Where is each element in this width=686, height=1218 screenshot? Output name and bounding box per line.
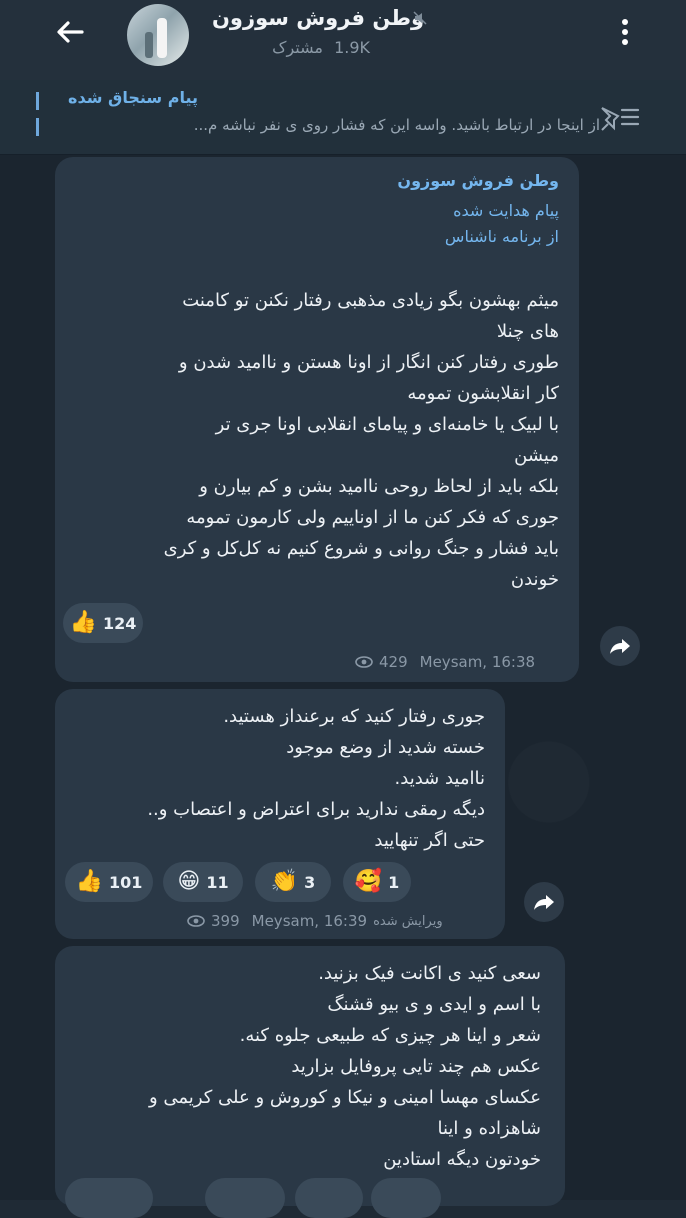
thumbs-up-icon: 👍 bbox=[69, 610, 97, 635]
forwarded-from[interactable]: وطن فروش سوزون bbox=[397, 171, 559, 190]
back-arrow-icon[interactable] bbox=[50, 12, 90, 52]
forwarded-source: از برنامه ناشناس bbox=[444, 227, 559, 246]
pinned-indicator bbox=[36, 92, 39, 110]
reaction-count: 11 bbox=[206, 872, 229, 892]
reaction-partial[interactable] bbox=[295, 1178, 363, 1218]
thumbs-up-icon: 👍 bbox=[75, 869, 103, 894]
message-bubble[interactable]: وطن فروش سوزون پیام هدایت شده از برنامه … bbox=[55, 157, 579, 682]
message-text: سعی کنید ی اکانت فیک بزنید. با اسم و اید… bbox=[148, 963, 541, 1170]
reaction-count: 101 bbox=[109, 872, 143, 892]
view-count: 399 bbox=[211, 912, 240, 930]
message-bubble[interactable]: جوری رفتار کنید که برعنداز هستید. خسته ش… bbox=[55, 689, 505, 939]
reaction-count: 124 bbox=[103, 613, 137, 633]
reaction-love[interactable]: 🥰 1 bbox=[343, 862, 411, 902]
message-bubble[interactable]: سعی کنید ی اکانت فیک بزنید. با اسم و اید… bbox=[55, 946, 565, 1218]
more-options-icon[interactable] bbox=[610, 14, 640, 50]
view-count: 429 bbox=[379, 653, 408, 671]
smiling-hearts-icon: 🥰 bbox=[354, 869, 383, 894]
share-button[interactable] bbox=[524, 882, 564, 922]
muted-icon bbox=[413, 11, 427, 25]
author-time: Meysam, 16:39 bbox=[251, 912, 368, 930]
views-eye-icon bbox=[355, 656, 373, 668]
share-button[interactable] bbox=[600, 626, 640, 666]
share-arrow-icon bbox=[610, 639, 630, 654]
reaction-partial[interactable] bbox=[65, 1178, 153, 1218]
message-text: جوری رفتار کنید که برعنداز هستید. خسته ش… bbox=[147, 706, 485, 851]
views-eye-icon bbox=[187, 915, 205, 927]
channel-avatar[interactable] bbox=[127, 4, 189, 66]
clap-icon: 👏 bbox=[270, 869, 299, 894]
reaction-grin[interactable]: 😁 11 bbox=[163, 862, 243, 902]
forwarded-label: پیام هدایت شده bbox=[453, 201, 559, 220]
share-arrow-icon bbox=[534, 895, 554, 910]
pinned-list-icon[interactable] bbox=[598, 100, 642, 134]
reaction-partial[interactable] bbox=[371, 1178, 441, 1218]
message-text: میثم بهشون بگو زیادی مذهبی رفتار نکنن تو… bbox=[163, 290, 559, 590]
author-time: Meysam, 16:38 bbox=[419, 653, 536, 671]
reaction-thumbs-up[interactable]: 👍 124 bbox=[63, 603, 143, 643]
pinned-indicator bbox=[36, 118, 39, 136]
reaction-clap[interactable]: 👏 3 bbox=[255, 862, 331, 902]
subscriber-label: مشترک bbox=[272, 38, 323, 57]
chat-header: وطن فروش سوزون 1.9K مشترک bbox=[0, 0, 686, 80]
pinned-title: پیام سنجاق شده bbox=[68, 88, 198, 107]
reaction-partial[interactable] bbox=[205, 1178, 285, 1218]
edited-label: ویرایش شده bbox=[373, 913, 443, 929]
message-meta: 429 Meysam, 16:38 bbox=[355, 653, 535, 671]
reaction-thumbs-up[interactable]: 👍 101 bbox=[65, 862, 153, 902]
reaction-count: 3 bbox=[304, 872, 316, 892]
grin-icon: 😁 bbox=[177, 869, 201, 894]
pinned-text: از اینجا در ارتباط باشید. واسه این که فش… bbox=[193, 116, 600, 134]
message-meta: 399 Meysam, 16:39 ویرایش شده bbox=[187, 912, 443, 930]
reaction-count: 1 bbox=[388, 872, 400, 892]
subscriber-info: 1.9K مشترک bbox=[210, 38, 370, 60]
subscriber-count: 1.9K bbox=[334, 38, 370, 57]
